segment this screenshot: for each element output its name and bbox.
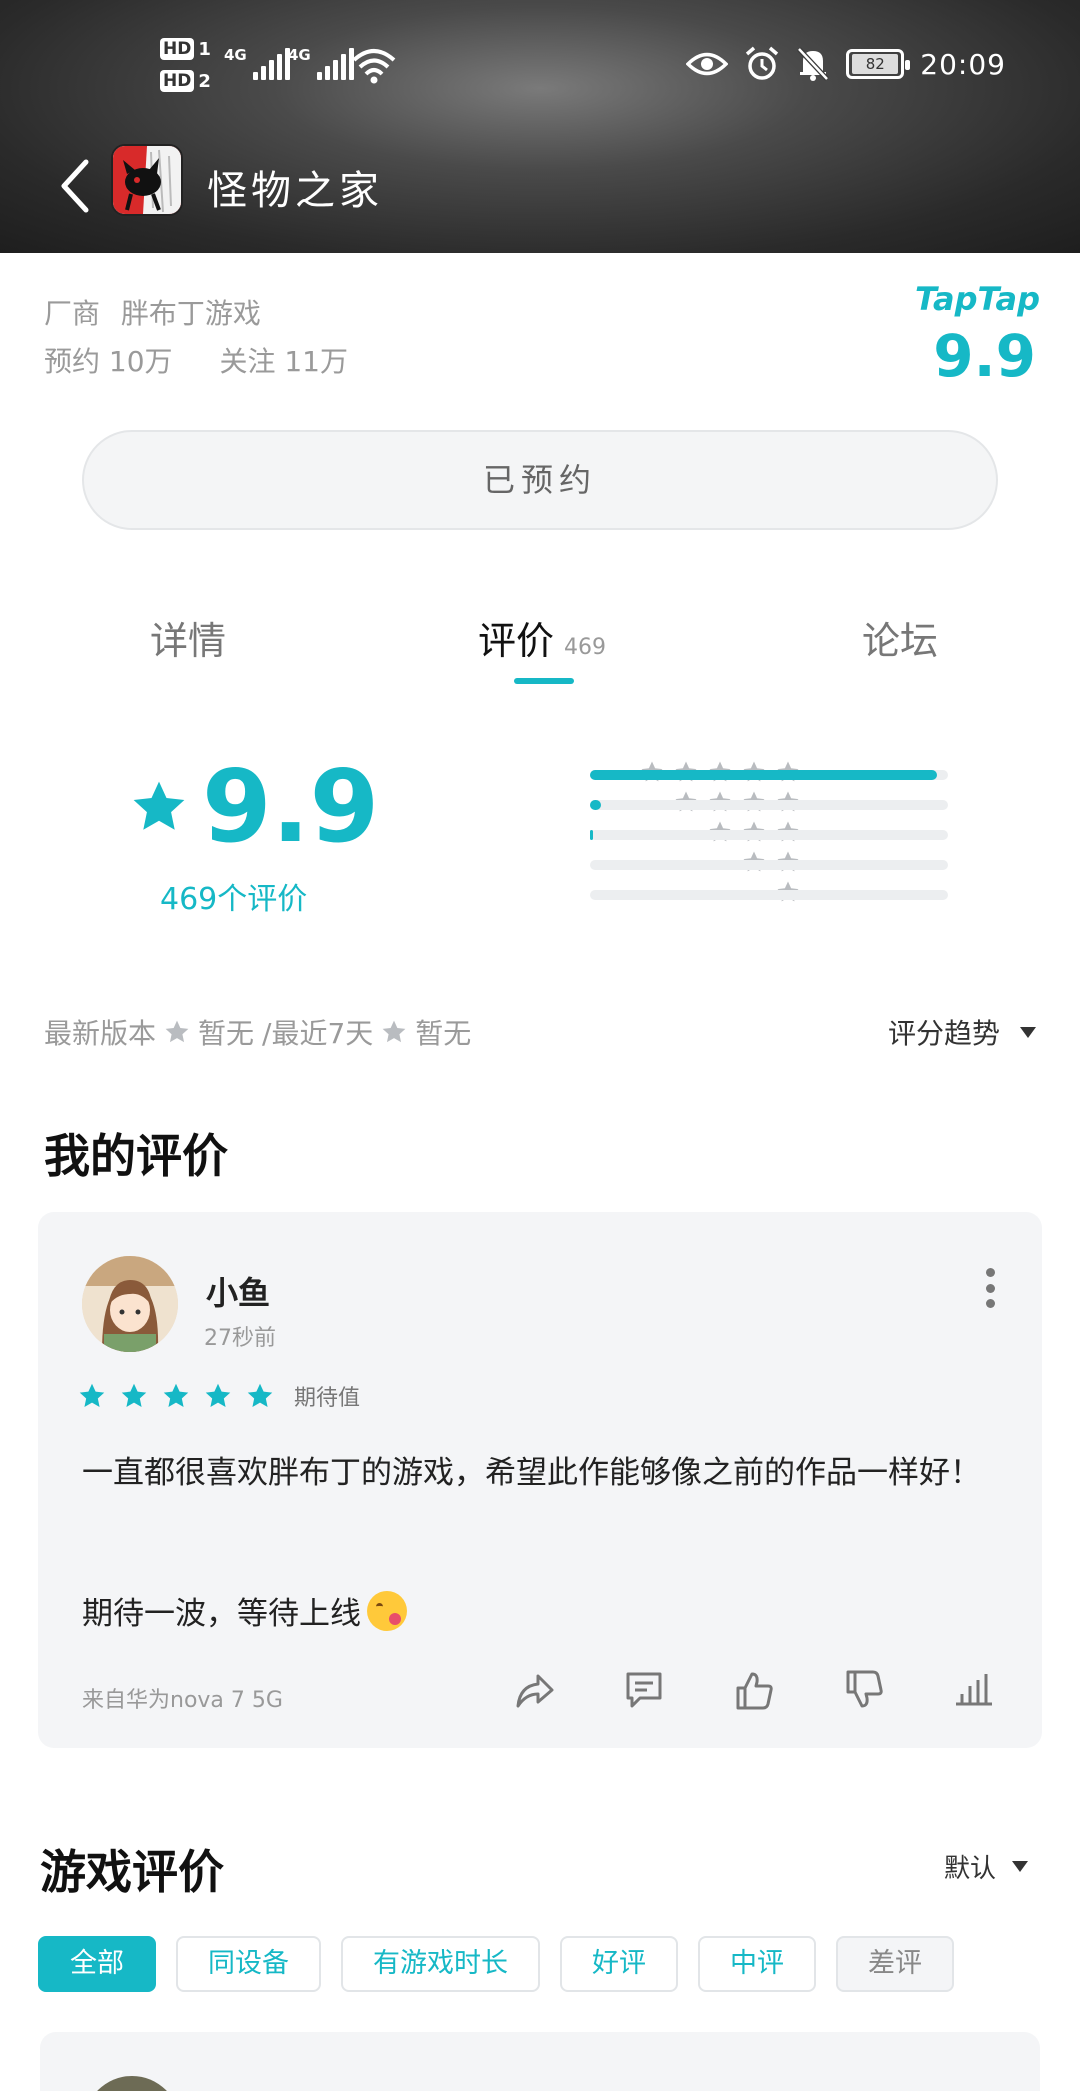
yum-emoji-icon [367, 1590, 407, 1631]
share-icon[interactable] [512, 1668, 556, 1712]
avatar[interactable] [84, 2076, 180, 2091]
device-info: 来自华为nova 7 5G [82, 1688, 283, 1713]
my-review-card: 小鱼 27秒前 期待值 一直都很喜欢胖布丁的游戏，希望此作能够像之前的作品一样好… [38, 1212, 1042, 1748]
star-icon [247, 1383, 273, 1407]
wifi-icon [352, 49, 396, 84]
star-icon [382, 1020, 406, 1043]
review-card-partial [40, 2032, 1040, 2091]
distribution-bar-fill [590, 830, 593, 840]
sim-number: 2 [198, 70, 211, 92]
review-count: 469个评价 [160, 882, 308, 917]
battery-icon: 82 [846, 49, 911, 79]
mute-bell-icon [797, 47, 830, 81]
distribution-row-2-star [400, 850, 960, 880]
filter-neutral[interactable]: 中评 [698, 1936, 816, 1992]
review-text: 一直都很喜欢胖布丁的游戏，希望此作能够像之前的作品一样好！ [82, 1455, 981, 1491]
tab-active-indicator [514, 678, 574, 684]
dropdown-arrow-icon [1012, 1861, 1028, 1872]
reservation-count: 预约 10万 [44, 345, 173, 378]
version-rating-row: 最新版本 暂无 /最近7天 暂无 [44, 1012, 471, 1052]
distribution-row-3-star [400, 820, 960, 850]
star-icon [165, 1020, 189, 1043]
sort-label: 默认 [943, 1854, 996, 1884]
hd-badge: HD [160, 70, 195, 92]
my-review-title: 我的评价 [44, 1129, 228, 1183]
app-icon [111, 144, 183, 216]
filter-negative[interactable]: 差评 [836, 1936, 954, 1992]
sort-dropdown[interactable]: 默认 [944, 1848, 1028, 1885]
page-title: 怪物之家 [207, 168, 383, 214]
status-bar: HD 1 HD 2 4G 4G 82 20:09 [0, 0, 1080, 140]
rating-chart-icon[interactable] [952, 1668, 996, 1712]
review-time: 27秒前 [204, 1326, 276, 1351]
star-tag: 期待值 [294, 1386, 361, 1411]
star-icon [205, 1383, 231, 1407]
review-stars: 期待值 [78, 1380, 360, 1412]
back-arrow-icon[interactable] [56, 156, 96, 216]
signal-icon: 4G [224, 46, 290, 80]
star-icon [121, 1383, 147, 1407]
average-score: 9.9 [202, 748, 380, 865]
review-actions [512, 1668, 996, 1712]
game-reviews-title: 游戏评价 [40, 1845, 224, 1899]
rating-trend-dropdown[interactable]: 评分趋势 [888, 1012, 1036, 1052]
tab-detail[interactable]: 详情 [150, 610, 226, 665]
more-options-icon[interactable] [984, 1268, 996, 1308]
maker-info: 厂商 胖布丁游戏 [44, 292, 261, 332]
distribution-bar-fill [590, 770, 937, 780]
filter-all[interactable]: 全部 [38, 1936, 156, 1992]
tab-review[interactable]: 评价 469 [478, 610, 606, 665]
signal-icon: 4G [288, 46, 354, 80]
sim-indicators: HD 1 HD 2 [160, 38, 211, 92]
sim-number: 1 [198, 38, 211, 60]
filter-same-device[interactable]: 同设备 [176, 1936, 321, 1992]
eye-icon [686, 52, 729, 76]
latest-version-label: 最新版本 [44, 1017, 157, 1050]
tab-forum[interactable]: 论坛 [862, 610, 938, 665]
status-right: 82 20:09 [686, 46, 1006, 82]
reserved-button[interactable]: 已预约 [82, 430, 998, 530]
tab-review-label: 评价 [478, 619, 555, 663]
header: HD 1 HD 2 4G 4G 82 20:09 怪物之家 [0, 0, 1080, 253]
review-text-2: 期待一波，等待上线 [82, 1596, 361, 1632]
filter-has-playtime[interactable]: 有游戏时长 [341, 1936, 540, 1992]
maker-label: 厂商 [44, 297, 101, 330]
distribution-row-1-star [400, 880, 960, 910]
distribution-bar-track [590, 830, 948, 840]
avatar[interactable] [82, 1256, 178, 1352]
distribution-bar-fill [590, 800, 601, 810]
review-text-line2: 期待一波，等待上线 [82, 1588, 407, 1633]
taptap-score: 9.9 [933, 322, 1036, 390]
tab-review-count: 469 [564, 635, 607, 660]
distribution-bar-track [590, 770, 948, 780]
taptap-logo: TapTap [914, 280, 1040, 318]
game-stats: 预约 10万 关注 11万 [44, 340, 348, 380]
filter-positive[interactable]: 好评 [560, 1936, 678, 1992]
distribution-row-5-star [400, 760, 960, 790]
distribution-bar-track [590, 860, 948, 870]
star-icon [133, 781, 185, 830]
comment-icon[interactable] [622, 1668, 666, 1712]
dropdown-arrow-icon [1020, 1026, 1036, 1038]
star-icon [163, 1383, 189, 1407]
distribution-bar-track [590, 800, 948, 810]
rating-trend-label: 评分趋势 [887, 1017, 1000, 1050]
distribution-bar-track [590, 890, 948, 900]
recent-value: 暂无 [415, 1017, 472, 1050]
follow-count: 关注 11万 [219, 345, 348, 378]
distribution-row-4-star [400, 790, 960, 820]
recent-label: /最近7天 [262, 1017, 374, 1050]
thumbs-down-icon[interactable] [842, 1668, 886, 1712]
thumbs-up-icon[interactable] [732, 1668, 776, 1712]
hd-badge: HD [160, 38, 195, 60]
star-icon [79, 1383, 105, 1407]
title-bar: 怪物之家 [0, 140, 1080, 230]
clock: 20:09 [920, 47, 1006, 81]
review-filters: 全部 同设备 有游戏时长 好评 中评 差评 [38, 1936, 954, 1992]
username[interactable]: 小鱼 [206, 1268, 270, 1314]
latest-version-value: 暂无 [198, 1017, 255, 1050]
maker-name[interactable]: 胖布丁游戏 [121, 297, 261, 330]
alarm-icon [746, 46, 779, 80]
